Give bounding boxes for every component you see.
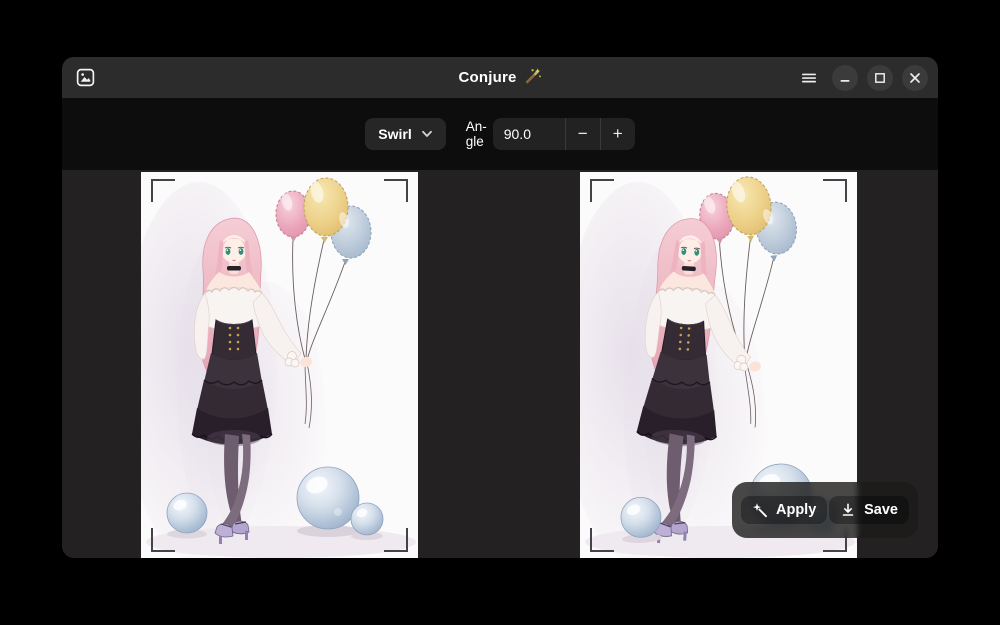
angle-spinbox: − +	[493, 118, 635, 150]
image-compare-area: Apply Save	[62, 170, 938, 558]
menu-button[interactable]	[795, 64, 823, 92]
close-icon	[909, 72, 921, 84]
minimize-button[interactable]	[832, 65, 858, 91]
save-button[interactable]: Save	[829, 496, 909, 524]
angle-value-input[interactable]	[493, 118, 565, 150]
app-image-icon	[75, 67, 96, 88]
maximize-icon	[874, 72, 886, 84]
save-button-label: Save	[864, 502, 898, 518]
magic-wand-emoji-icon	[524, 67, 542, 89]
apply-button-label: Apply	[776, 502, 816, 518]
magic-wand-icon	[752, 502, 768, 518]
titlebar[interactable]: Conjure	[62, 57, 938, 98]
original-image	[141, 172, 418, 558]
original-image-panel	[141, 172, 418, 558]
save-download-icon	[840, 502, 856, 518]
window-controls	[795, 57, 928, 98]
filter-dropdown[interactable]: Swirl	[365, 118, 445, 150]
action-pill: Apply Save	[732, 482, 918, 538]
angle-decrement-button[interactable]: −	[565, 118, 600, 150]
hamburger-menu-icon	[801, 70, 817, 86]
window-title-text: Conjure	[458, 69, 516, 86]
maximize-button[interactable]	[867, 65, 893, 91]
close-button[interactable]	[902, 65, 928, 91]
apply-button[interactable]: Apply	[741, 496, 827, 524]
filter-dropdown-label: Swirl	[378, 126, 411, 142]
angle-label: An- gle	[466, 119, 487, 149]
filter-toolbar: Swirl An- gle − +	[62, 98, 938, 170]
minimize-icon	[839, 72, 851, 84]
chevron-down-icon	[421, 130, 433, 138]
conjure-window: Conjure	[62, 57, 938, 558]
angle-increment-button[interactable]: +	[600, 118, 635, 150]
